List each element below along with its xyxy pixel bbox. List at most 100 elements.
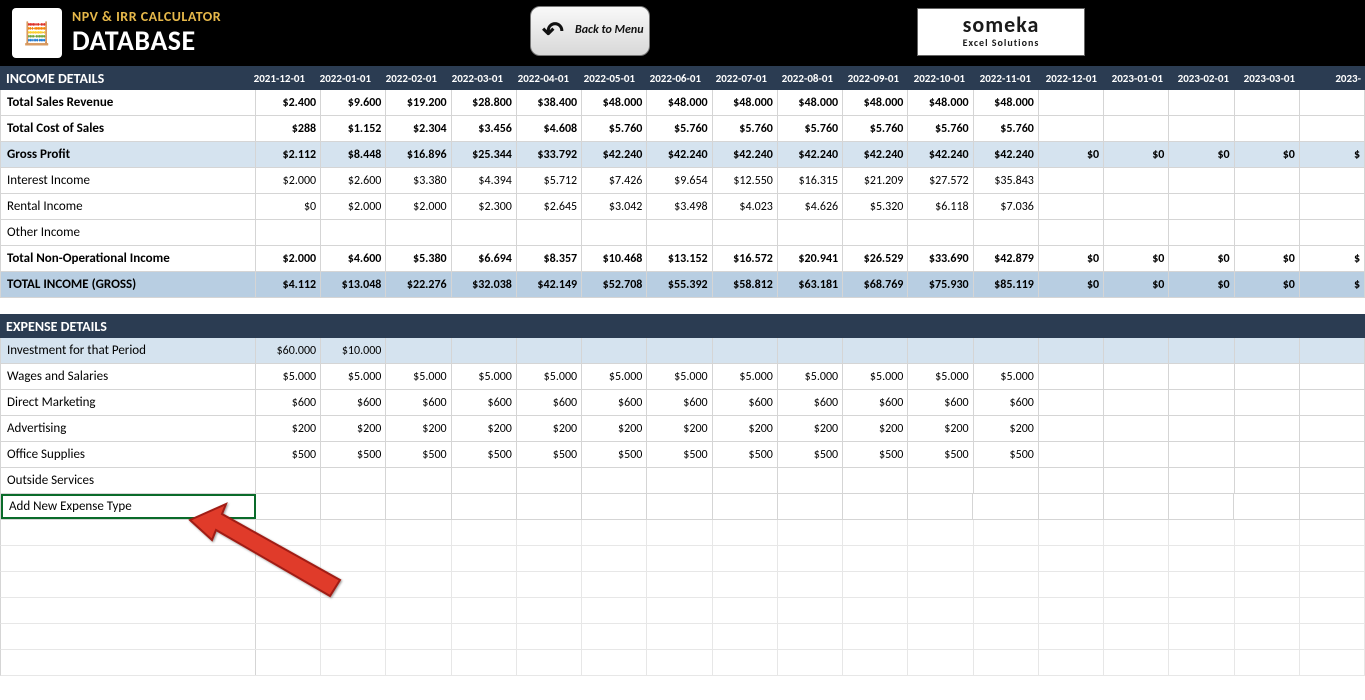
cell[interactable]: $52.708 [582, 272, 647, 297]
cell[interactable]: $600 [256, 390, 321, 415]
cell[interactable] [778, 338, 843, 363]
cell[interactable]: $12.550 [713, 168, 778, 193]
cell[interactable]: $42.879 [974, 246, 1039, 271]
cell[interactable]: $0 [1039, 272, 1104, 297]
cell[interactable] [843, 338, 908, 363]
cell[interactable]: $5.000 [974, 364, 1039, 389]
table-row[interactable]: Add New Expense Type [0, 494, 1365, 520]
cell[interactable]: $200 [321, 416, 386, 441]
row-label[interactable]: Other Income [1, 220, 256, 245]
cell[interactable]: $200 [582, 416, 647, 441]
cell[interactable]: $200 [974, 416, 1039, 441]
cell[interactable] [386, 494, 451, 519]
cell[interactable]: $32.038 [452, 272, 517, 297]
cell[interactable] [452, 598, 517, 623]
cell[interactable] [386, 624, 451, 649]
cell[interactable]: $0 [1169, 246, 1234, 271]
cell[interactable] [1039, 416, 1104, 441]
cell[interactable]: $33.690 [908, 246, 973, 271]
cell[interactable]: $ [1300, 272, 1365, 297]
cell[interactable] [256, 624, 321, 649]
row-label[interactable]: Rental Income [1, 194, 256, 219]
cell[interactable] [1104, 650, 1169, 675]
cell[interactable]: $3.380 [386, 168, 451, 193]
cell[interactable]: $500 [974, 442, 1039, 467]
cell[interactable] [647, 598, 712, 623]
cell[interactable]: $0 [1104, 272, 1169, 297]
cell[interactable] [1039, 220, 1104, 245]
cell[interactable] [582, 468, 647, 493]
row-label[interactable]: Investment for that Period [1, 338, 256, 363]
cell[interactable] [1169, 650, 1234, 675]
cell[interactable]: $200 [778, 416, 843, 441]
cell[interactable] [321, 650, 386, 675]
cell[interactable]: $5.000 [843, 364, 908, 389]
cell[interactable] [1169, 90, 1234, 115]
cell[interactable] [1039, 520, 1104, 545]
cell[interactable]: $500 [256, 442, 321, 467]
cell[interactable] [974, 520, 1039, 545]
cell[interactable] [647, 572, 712, 597]
cell[interactable]: $26.529 [843, 246, 908, 271]
cell[interactable] [1104, 168, 1169, 193]
table-row[interactable]: Total Cost of Sales$288$1.152$2.304$3.45… [0, 116, 1365, 142]
cell[interactable] [843, 220, 908, 245]
cell[interactable]: $2.000 [256, 246, 321, 271]
cell[interactable] [517, 546, 582, 571]
cell[interactable] [1169, 546, 1234, 571]
cell[interactable]: $200 [713, 416, 778, 441]
cell[interactable]: $5.000 [517, 364, 582, 389]
cell[interactable] [1169, 468, 1234, 493]
cell[interactable] [386, 546, 451, 571]
cell[interactable]: $4.608 [517, 116, 582, 141]
cell[interactable] [1300, 338, 1365, 363]
cell[interactable] [582, 338, 647, 363]
cell[interactable] [1169, 442, 1234, 467]
cell[interactable] [1300, 650, 1365, 675]
cell[interactable] [713, 572, 778, 597]
cell[interactable]: $16.572 [713, 246, 778, 271]
cell[interactable] [1300, 442, 1365, 467]
cell[interactable] [386, 598, 451, 623]
cell[interactable] [582, 494, 647, 519]
cell[interactable]: $75.930 [908, 272, 973, 297]
cell[interactable] [713, 624, 778, 649]
cell[interactable] [1104, 598, 1169, 623]
cell[interactable] [778, 546, 843, 571]
cell[interactable]: $6.118 [908, 194, 973, 219]
cell[interactable] [713, 520, 778, 545]
cell[interactable] [1235, 442, 1300, 467]
cell[interactable]: $600 [843, 390, 908, 415]
cell[interactable] [843, 572, 908, 597]
cell[interactable] [1169, 338, 1234, 363]
cell[interactable] [843, 494, 908, 519]
cell[interactable] [1104, 624, 1169, 649]
cell[interactable]: $0 [1169, 142, 1234, 167]
cell[interactable] [908, 650, 973, 675]
cell[interactable]: $288 [256, 116, 321, 141]
cell[interactable]: $200 [647, 416, 712, 441]
cell[interactable]: $ [1300, 246, 1365, 271]
cell[interactable] [1039, 338, 1104, 363]
cell[interactable]: $5.000 [647, 364, 712, 389]
cell[interactable] [713, 220, 778, 245]
cell[interactable] [1300, 116, 1365, 141]
cell[interactable] [1104, 90, 1169, 115]
cell[interactable]: $42.240 [778, 142, 843, 167]
cell[interactable]: $0 [1235, 142, 1300, 167]
cell[interactable]: $3.042 [582, 194, 647, 219]
cell[interactable] [1235, 220, 1300, 245]
cell[interactable]: $5.760 [713, 116, 778, 141]
cell[interactable] [974, 546, 1039, 571]
cell[interactable]: $600 [778, 390, 843, 415]
cell[interactable] [1235, 116, 1300, 141]
cell[interactable] [908, 546, 973, 571]
cell[interactable]: $20.941 [778, 246, 843, 271]
cell[interactable]: $8.448 [321, 142, 386, 167]
cell[interactable] [1039, 494, 1104, 519]
cell[interactable]: $60.000 [256, 338, 321, 363]
cell[interactable] [1300, 468, 1365, 493]
row-label[interactable] [1, 572, 256, 597]
cell[interactable] [1169, 520, 1234, 545]
cell[interactable] [386, 572, 451, 597]
